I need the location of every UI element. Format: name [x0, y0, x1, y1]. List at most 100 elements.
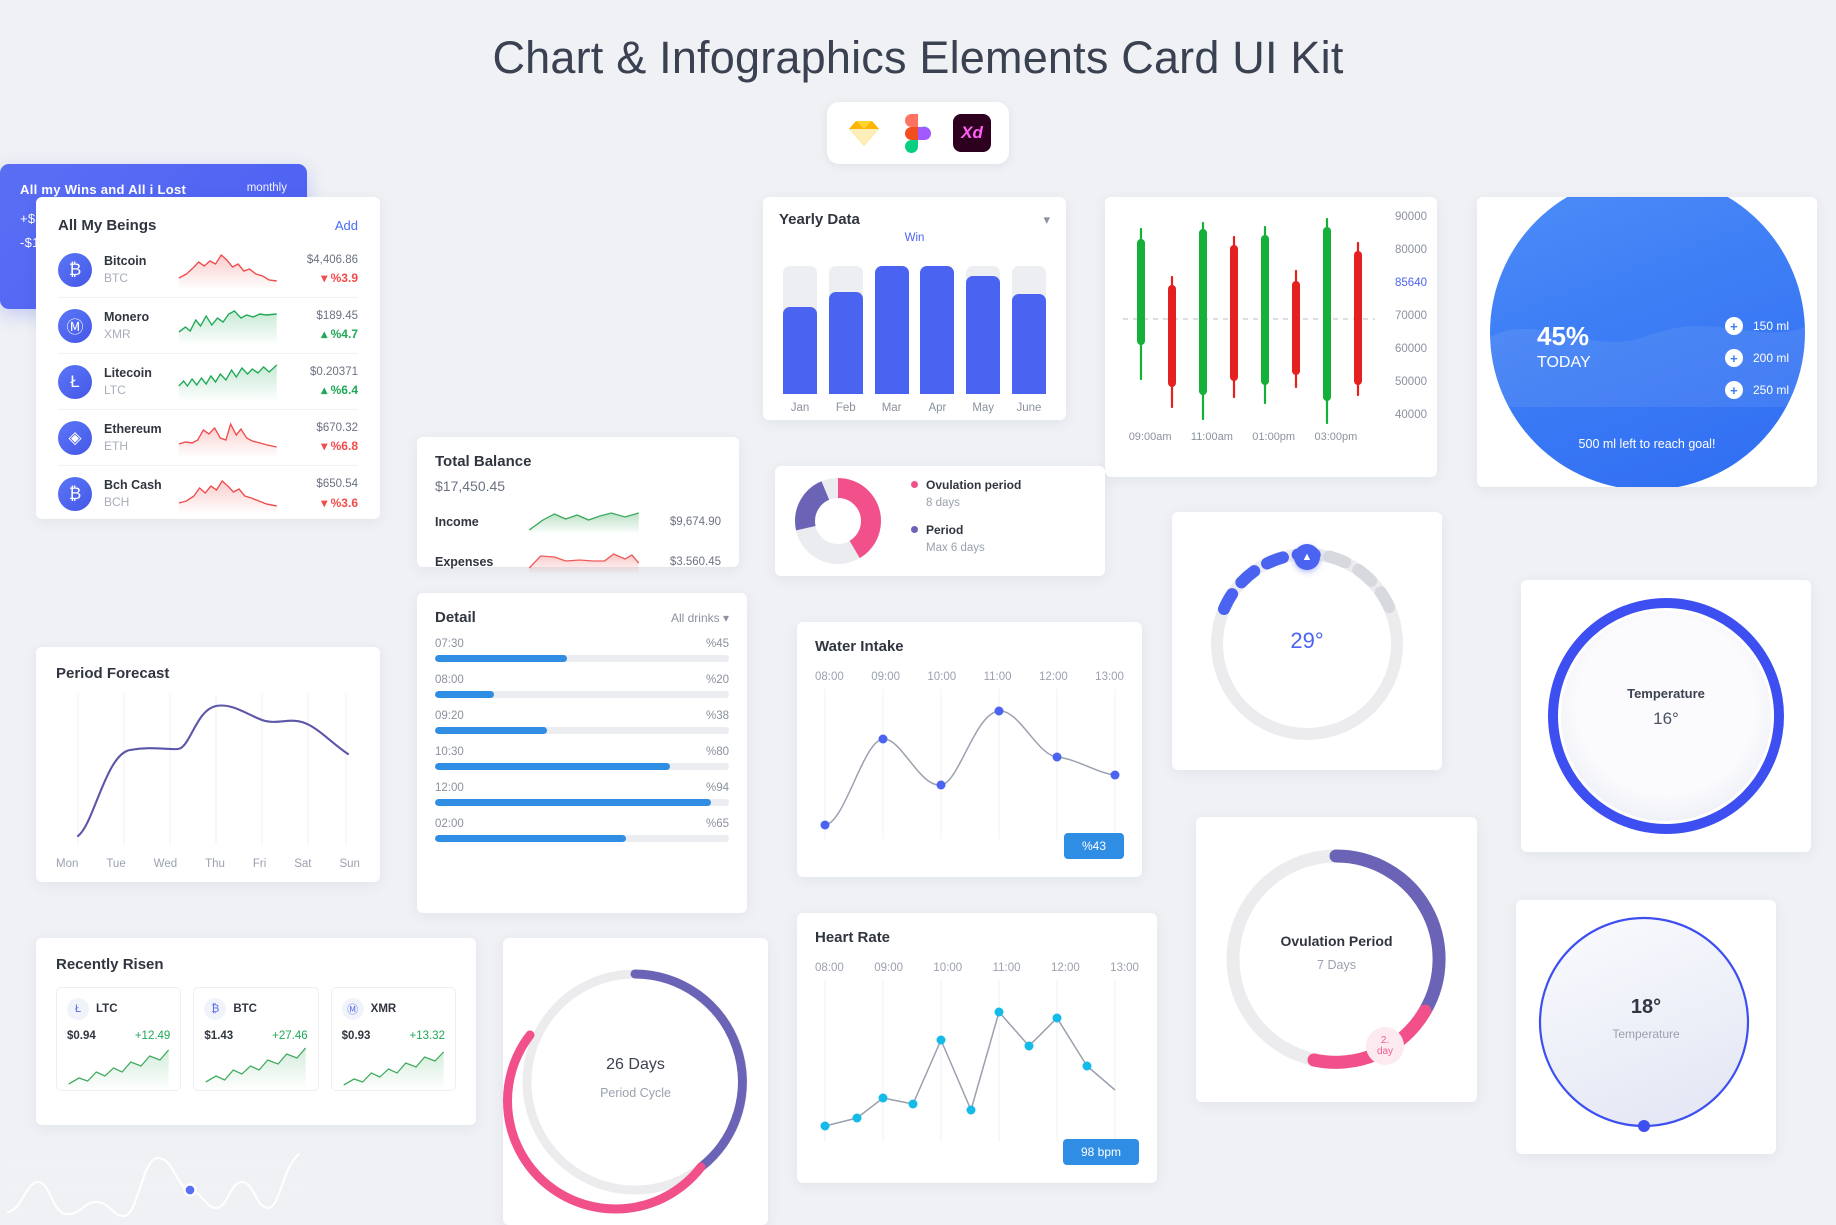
- expenses-row: Expenses $3.560.45: [435, 550, 721, 574]
- legend-item: Period Max 6 days: [911, 521, 1021, 554]
- donut-legend: Ovulation period 8 days Period Max 6 day…: [911, 476, 1021, 566]
- forecast-chart: [56, 694, 360, 854]
- progress-track[interactable]: [435, 691, 729, 698]
- yearly-bars: [779, 266, 1050, 394]
- table-row[interactable]: Ⓜ Monero XMR $189.45 ▴ %4.7: [58, 298, 358, 354]
- progress-fill: [435, 799, 712, 806]
- coin-values: $670.32 ▾ %6.8: [281, 420, 358, 455]
- bitcoin-icon: ₿: [204, 998, 227, 1020]
- add-150ml-button[interactable]: +150 ml: [1724, 317, 1789, 335]
- coin-change: ▾ %3.6: [321, 495, 358, 510]
- xd-logo-icon: Xd: [953, 114, 991, 152]
- hydration-percent-block: 45% TODAY: [1537, 321, 1591, 372]
- sparkline-down: [177, 250, 280, 290]
- ovulation-ring-label: Ovulation Period: [1280, 933, 1393, 949]
- period-selector[interactable]: monthly: [247, 182, 287, 194]
- cycle-value: 26 Days: [606, 1056, 665, 1073]
- row-time: 02:00: [435, 818, 464, 830]
- progress-track[interactable]: [435, 727, 729, 734]
- progress-track[interactable]: [435, 655, 729, 662]
- y-tick: 40000: [1395, 409, 1427, 421]
- mini-name: XMR: [370, 1003, 397, 1015]
- coin-names: Bitcoin BTC: [104, 253, 177, 286]
- legend-dot-ovulation: [911, 481, 918, 488]
- temperature-18-card: 18° Temperature: [1516, 900, 1776, 1154]
- ethereum-icon: ◈: [58, 420, 92, 455]
- plus-icon: +: [1724, 317, 1743, 335]
- time-label: 13:00: [1095, 671, 1124, 683]
- logo-bar: Xd: [827, 102, 1009, 164]
- income-label: Income: [435, 515, 479, 529]
- coin-symbol: LTC: [104, 382, 126, 397]
- time-label: 01:00pm: [1252, 431, 1296, 443]
- add-200ml-button[interactable]: +200 ml: [1724, 349, 1789, 367]
- table-row[interactable]: ◈ Ethereum ETH $670.32 ▾ %6.8: [58, 410, 358, 466]
- progress-row: 08:00 %20: [435, 674, 729, 698]
- list-item[interactable]: Ł LTC $0.94 +12.49: [56, 987, 182, 1091]
- mini-price: $1.43: [204, 1030, 234, 1042]
- legend-label: Ovulation period: [926, 478, 1022, 492]
- expenses-sparkline: [527, 550, 641, 574]
- y-tick: 90000: [1395, 211, 1427, 223]
- sparkline-down: [177, 418, 280, 458]
- period-forecast-card: Period Forecast Mon Tue Wed Thu Fri Sat …: [36, 647, 380, 882]
- mini-sparkline: [343, 1051, 444, 1090]
- yearly-data-card: Yearly Data ▾ Win Jan Feb Mar Apr May Ju…: [763, 197, 1066, 420]
- day-label: Mon: [56, 858, 79, 870]
- water-badge: %43: [1063, 833, 1124, 859]
- coin-change: ▴ %4.7: [321, 327, 358, 342]
- add-250ml-button[interactable]: +250 ml: [1724, 381, 1789, 399]
- bar-column: [828, 266, 863, 394]
- time-label: 09:00am: [1128, 431, 1172, 443]
- month-label: Jan: [790, 402, 810, 414]
- table-row[interactable]: Ł Litecoin LTC $0.20371 ▴ %6.4: [58, 354, 358, 410]
- heart-line-chart: [820, 980, 1116, 1142]
- table-row[interactable]: ₿ Bch Cash BCH $650.54 ▾ %3.6: [58, 466, 358, 522]
- chevron-down-icon: ▾: [722, 610, 729, 625]
- coin-symbol: BCH: [104, 495, 130, 510]
- progress-track[interactable]: [435, 799, 729, 806]
- temp16-label: Temperature: [1627, 686, 1705, 701]
- recently-risen-card: Recently Risen Ł LTC $0.94 +12.49 ₿ BTC …: [36, 938, 476, 1125]
- all-drinks-dropdown[interactable]: All drinks ▾: [671, 611, 729, 625]
- day-label: Wed: [153, 858, 178, 870]
- row-value: %20: [705, 674, 729, 686]
- detail-card: Detail All drinks ▾ 07:30 %45 08:00 %20 09…: [417, 593, 747, 913]
- litecoin-icon: Ł: [67, 998, 89, 1020]
- hydration-today: TODAY: [1537, 354, 1591, 371]
- hydration-options: +150 ml +200 ml +250 ml: [1724, 317, 1789, 413]
- add-button[interactable]: Add: [335, 218, 358, 233]
- list-item[interactable]: Ⓜ XMR $0.93 +13.32: [330, 987, 456, 1091]
- hydration-footer: 500 ml left to reach goal!: [1578, 437, 1716, 451]
- risen-title: Recently Risen: [56, 956, 164, 973]
- monero-icon: Ⓜ: [341, 998, 364, 1020]
- income-row: Income $9,674.90: [435, 510, 721, 534]
- forecast-axis: Mon Tue Wed Thu Fri Sat Sun: [56, 858, 360, 870]
- row-value: %65: [705, 818, 729, 830]
- coin-change: ▾ %3.9: [321, 271, 358, 286]
- chevron-down-icon[interactable]: ▾: [1043, 212, 1050, 228]
- bar-column: [966, 266, 1001, 394]
- heart-title: Heart Rate: [815, 929, 891, 946]
- progress-fill: [435, 763, 671, 770]
- yearly-axis: Jan Feb Mar Apr May June: [779, 402, 1050, 414]
- list-item[interactable]: ₿ BTC $1.43 +27.46: [193, 987, 319, 1091]
- wins-header: All my Wins and All i Lost monthly: [20, 182, 287, 197]
- plus-icon: +: [1724, 349, 1743, 367]
- time-label: 12:00: [1038, 671, 1068, 683]
- mini-sparkline: [205, 1047, 307, 1090]
- progress-track[interactable]: [435, 835, 729, 842]
- time-label: 03:00pm: [1314, 431, 1358, 443]
- progress-row: 10:30 %80: [435, 746, 729, 770]
- progress-track[interactable]: [435, 763, 729, 770]
- period-cycle-card: 26 Days Period Cycle: [503, 938, 768, 1225]
- dial-knob[interactable]: ▲: [1294, 544, 1320, 570]
- table-row[interactable]: ₿ Bitcoin BTC $4,406.86 ▾ %3.9: [58, 242, 358, 298]
- row-value: %38: [705, 710, 729, 722]
- ovulation-ring-content: Ovulation Period 7 Days: [1196, 933, 1477, 972]
- ovulation-ring-value: 7 Days: [1317, 958, 1356, 972]
- row-time: 09:20: [435, 710, 464, 722]
- row-time: 12:00: [435, 782, 464, 794]
- coin-names: Litecoin LTC: [104, 365, 177, 398]
- win-legend: Win: [904, 232, 925, 244]
